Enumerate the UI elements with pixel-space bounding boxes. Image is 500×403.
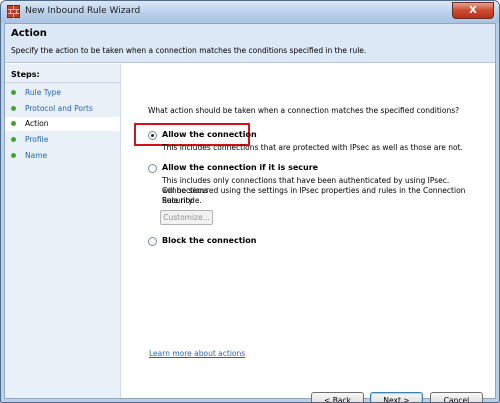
allow-connection-label[interactable]: Allow the connection: [162, 130, 257, 139]
allow-if-secure-description-line-2: will be secured using the settings in IP…: [162, 186, 466, 205]
step-bullet-icon: [11, 106, 16, 111]
step-rule-type[interactable]: Rule Type: [5, 86, 120, 100]
next-button[interactable]: Next >: [370, 392, 423, 402]
wizard-client-area: Action Specify the action to be taken wh…: [4, 23, 496, 402]
wizard-window: New Inbound Rule Wizard X Action Specify…: [0, 0, 500, 403]
step-label: Profile: [25, 135, 49, 144]
block-connection-radio[interactable]: [148, 237, 157, 246]
step-bullet-icon: [11, 121, 16, 126]
allow-if-secure-label[interactable]: Allow the connection if it is secure: [162, 163, 318, 172]
allow-if-secure-description-line-3: Rule node.: [162, 196, 202, 205]
close-button[interactable]: X: [452, 2, 494, 19]
allow-connection-radio[interactable]: [148, 131, 157, 140]
close-icon: X: [469, 5, 477, 16]
step-bullet-icon: [11, 137, 16, 142]
step-label: Protocol and Ports: [25, 104, 93, 113]
back-button[interactable]: < Back: [311, 392, 364, 402]
page-header: Action Specify the action to be taken wh…: [5, 24, 495, 63]
step-name[interactable]: Name: [5, 149, 120, 163]
steps-divider: [5, 82, 120, 83]
step-label: Name: [25, 151, 48, 160]
steps-title: Steps:: [11, 70, 40, 79]
firewall-app-icon: [7, 5, 20, 18]
allow-connection-description: This includes connections that are prote…: [162, 143, 463, 152]
action-content: What action should be taken when a conne…: [122, 64, 495, 402]
cancel-button[interactable]: Cancel: [430, 392, 483, 402]
steps-pane: Steps: Rule Type Protocol and Ports Acti…: [5, 64, 121, 398]
step-bullet-icon: [11, 153, 16, 158]
title-bar[interactable]: New Inbound Rule Wizard X: [1, 1, 499, 23]
page-title: Action: [11, 28, 47, 39]
step-profile[interactable]: Profile: [5, 133, 120, 147]
window-title: New Inbound Rule Wizard: [25, 6, 141, 16]
page-subtitle: Specify the action to be taken when a co…: [11, 46, 367, 55]
step-label: Action: [25, 119, 49, 128]
step-bullet-icon: [11, 90, 16, 95]
step-protocol-and-ports[interactable]: Protocol and Ports: [5, 102, 120, 116]
block-connection-label[interactable]: Block the connection: [162, 236, 256, 245]
step-label: Rule Type: [25, 88, 61, 97]
learn-more-link[interactable]: Learn more about actions: [149, 349, 245, 358]
step-action[interactable]: Action: [5, 117, 120, 131]
action-question: What action should be taken when a conne…: [148, 106, 460, 115]
allow-if-secure-radio[interactable]: [148, 164, 157, 173]
customize-button[interactable]: Customize...: [160, 210, 213, 225]
